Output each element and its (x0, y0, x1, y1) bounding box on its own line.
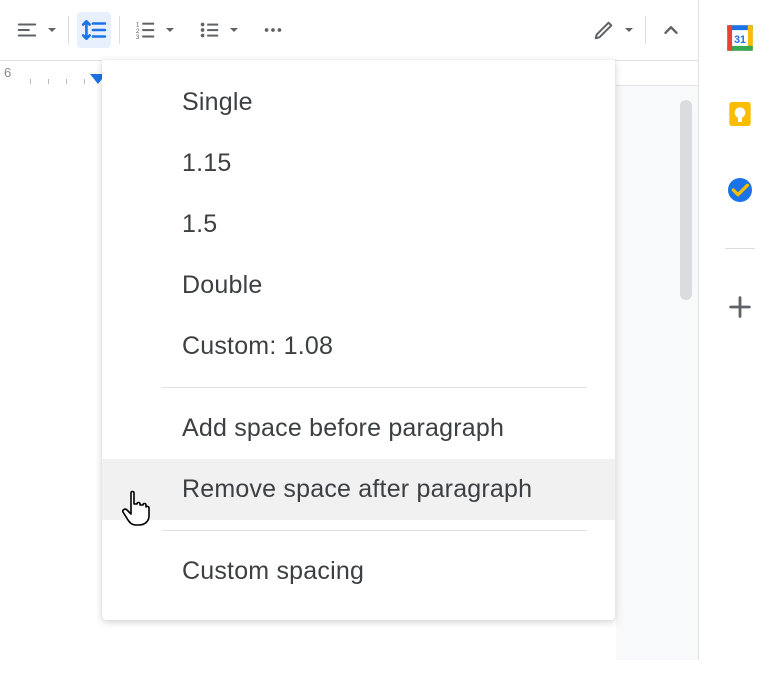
calendar-app-button[interactable]: 31 (722, 20, 758, 56)
vertical-scrollbar[interactable] (680, 100, 692, 300)
ruler-number: 6 (4, 65, 11, 80)
more-horizontal-icon (262, 19, 284, 41)
pencil-icon (593, 19, 615, 41)
bulleted-list-button[interactable] (192, 12, 226, 48)
menu-item-double[interactable]: Double (102, 255, 615, 316)
toolbar: 1 2 3 (0, 0, 780, 60)
bulleted-list-dropdown-arrow[interactable] (226, 12, 242, 48)
add-addon-button[interactable] (722, 289, 758, 325)
menu-item-custom-value[interactable]: Custom: 1.08 (102, 316, 615, 377)
numbered-list-icon: 1 2 3 (134, 19, 156, 41)
svg-text:3: 3 (136, 34, 140, 41)
keep-app-button[interactable] (722, 96, 758, 132)
menu-separator (162, 387, 587, 388)
line-spacing-icon (81, 17, 107, 43)
collapse-toolbar-button[interactable] (654, 12, 688, 48)
caret-down-icon (47, 25, 57, 35)
numbered-list-dropdown-arrow[interactable] (162, 12, 178, 48)
menu-item-single[interactable]: Single (102, 72, 615, 133)
menu-item-custom-spacing[interactable]: Custom spacing (102, 541, 615, 602)
align-group (10, 12, 60, 48)
toolbar-separator (645, 16, 646, 44)
editing-mode-group (587, 12, 637, 48)
calendar-icon: 31 (723, 21, 757, 55)
line-spacing-group (77, 12, 111, 48)
align-button[interactable] (10, 12, 44, 48)
numbered-list-group: 1 2 3 (128, 12, 178, 48)
bulleted-list-group (192, 12, 242, 48)
more-options-button[interactable] (256, 12, 290, 48)
numbered-list-button[interactable]: 1 2 3 (128, 12, 162, 48)
align-left-icon (16, 19, 38, 41)
caret-down-icon (165, 25, 175, 35)
line-spacing-menu: Single 1.15 1.5 Double Custom: 1.08 Add … (102, 60, 615, 620)
menu-item-add-space-before[interactable]: Add space before paragraph (102, 398, 615, 459)
line-spacing-button[interactable] (77, 12, 111, 48)
side-panel: 31 (698, 0, 780, 660)
editing-mode-dropdown-arrow[interactable] (621, 12, 637, 48)
caret-down-icon (624, 25, 634, 35)
tasks-icon (724, 174, 756, 206)
side-panel-separator (725, 248, 755, 249)
menu-item-remove-space-after[interactable]: Remove space after paragraph (102, 459, 615, 520)
toolbar-separator (119, 16, 120, 44)
chevron-up-icon (660, 19, 682, 41)
keep-icon (724, 98, 756, 130)
menu-item-1-15[interactable]: 1.15 (102, 133, 615, 194)
svg-text:31: 31 (734, 34, 746, 46)
menu-item-1-5[interactable]: 1.5 (102, 194, 615, 255)
editing-mode-button[interactable] (587, 12, 621, 48)
caret-down-icon (229, 25, 239, 35)
menu-separator (162, 530, 587, 531)
toolbar-separator (68, 16, 69, 44)
plus-icon (726, 293, 754, 321)
bulleted-list-icon (198, 19, 220, 41)
align-dropdown-arrow[interactable] (44, 12, 60, 48)
tasks-app-button[interactable] (722, 172, 758, 208)
